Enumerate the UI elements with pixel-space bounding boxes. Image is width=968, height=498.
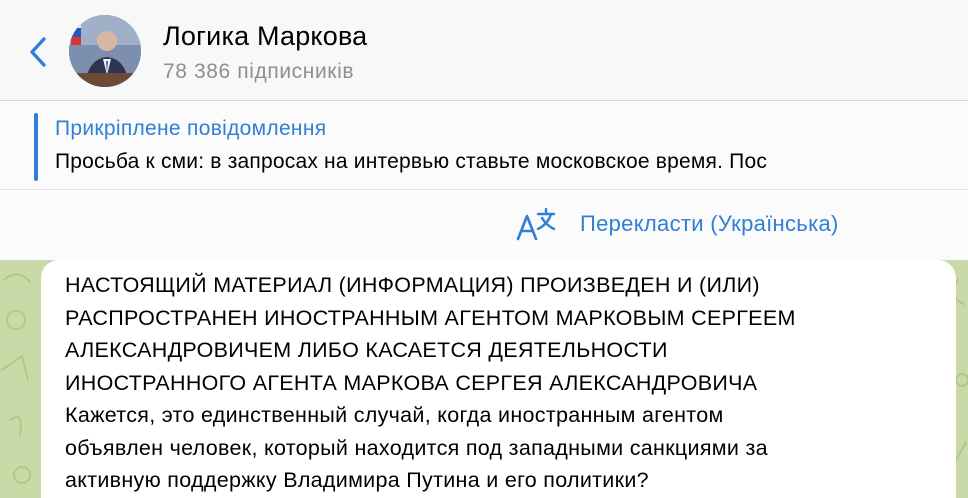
channel-title[interactable]: Логика Маркова — [163, 21, 367, 52]
translate-button[interactable]: Перекласти (Українська) — [516, 204, 839, 244]
subscriber-count: 78 386 підписників — [163, 60, 355, 83]
message-text: НАСТОЯЩИЙ МАТЕРИАЛ (ИНФОРМАЦИЯ) ПРОИЗВЕД… — [65, 273, 796, 492]
chat-area[interactable]: НАСТОЯЩИЙ МАТЕРИАЛ (ИНФОРМАЦИЯ) ПРОИЗВЕД… — [0, 260, 968, 498]
pinned-label: Прикріплене повідомлення — [55, 117, 327, 140]
pinned-text: Просьба к сми: в запросах на интервью ст… — [55, 150, 768, 173]
translate-icon — [516, 207, 556, 241]
translate-label: Перекласти (Українська) — [580, 211, 839, 236]
chat-header: Логика Маркова 78 386 підписників — [0, 0, 968, 100]
avatar-image — [69, 15, 141, 87]
back-button[interactable] — [24, 34, 54, 70]
pinned-accent-bar — [34, 113, 38, 181]
chevron-left-icon — [30, 37, 46, 67]
translate-bar: Перекласти (Українська) — [0, 190, 968, 260]
message-bubble[interactable]: НАСТОЯЩИЙ МАТЕРИАЛ (ИНФОРМАЦИЯ) ПРОИЗВЕД… — [41, 260, 956, 498]
channel-avatar[interactable] — [69, 15, 141, 87]
pinned-message-banner[interactable]: Прикріплене повідомлення Просьба к сми: … — [0, 101, 968, 189]
